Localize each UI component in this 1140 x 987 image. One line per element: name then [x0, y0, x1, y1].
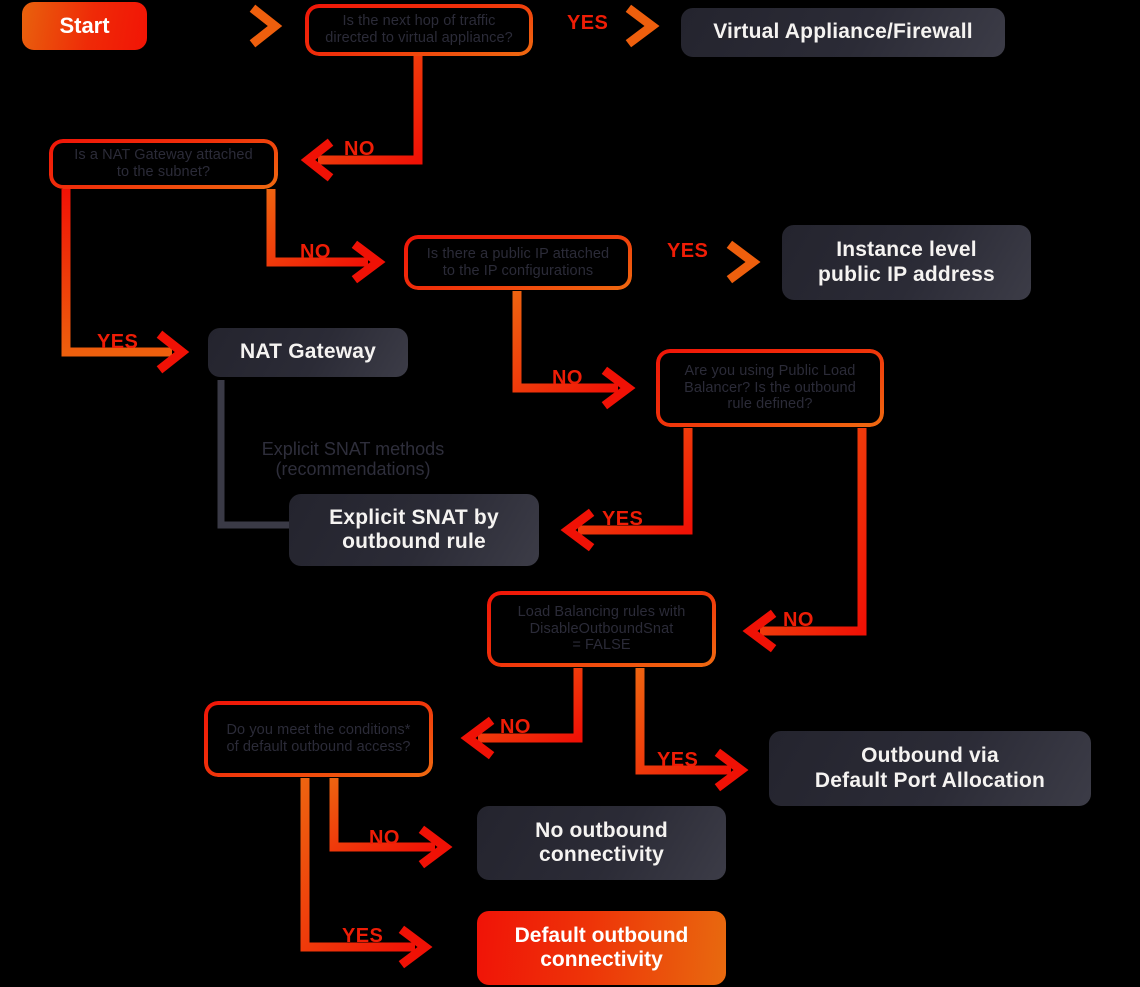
edge-label-default-outbound-no: NO — [369, 827, 400, 849]
node-question-nat-gateway-label: Is a NAT Gateway attached to the subnet? — [74, 147, 253, 180]
node-no-outbound-label: No outbound connectivity — [535, 818, 668, 866]
node-virtual-appliance[interactable]: Virtual Appliance/Firewall — [681, 8, 1005, 57]
edge-label-default-outbound-yes: YES — [342, 925, 384, 947]
node-explicit-snat-label: Explicit SNAT by outbound rule — [329, 505, 499, 553]
node-question-public-lb[interactable]: Are you using Public Load Balancer? Is t… — [656, 349, 884, 427]
edge-label-public-ip-no: NO — [552, 367, 583, 389]
node-lb-rules[interactable]: Load Balancing rules with DisableOutboun… — [487, 591, 716, 667]
node-outbound-default-port[interactable]: Outbound via Default Port Allocation — [769, 731, 1091, 806]
node-question-next-hop-label: Is the next hop of traffic directed to v… — [325, 13, 513, 46]
edge-label-public-ip-yes: YES — [667, 240, 709, 262]
node-instance-public-ip-label: Instance level public IP address — [818, 238, 995, 286]
edge-label-public-lb-yes: YES — [602, 508, 644, 530]
node-nat-gateway[interactable]: NAT Gateway — [208, 328, 408, 377]
node-question-default-outbound[interactable]: Do you meet the conditions* of default o… — [204, 701, 433, 777]
node-nat-gateway-label: NAT Gateway — [239, 340, 376, 364]
node-question-nat-gateway[interactable]: Is a NAT Gateway attached to the subnet? — [49, 139, 278, 189]
caption-explicit-snat-methods: Explicit SNAT methods (recommendations) — [232, 418, 474, 480]
node-question-public-ip-label: Is there a public IP attached to the IP … — [426, 245, 610, 279]
edge-label-nat-gateway-yes: YES — [97, 331, 139, 353]
node-question-default-outbound-label: Do you meet the conditions* of default o… — [226, 722, 411, 755]
node-virtual-appliance-label: Virtual Appliance/Firewall — [713, 20, 973, 44]
node-start-label: Start — [59, 13, 110, 39]
node-outbound-default-port-label: Outbound via Default Port Allocation — [814, 744, 1046, 792]
edge-label-nat-gateway-no: NO — [300, 241, 331, 263]
node-instance-public-ip[interactable]: Instance level public IP address — [782, 225, 1031, 300]
edge-label-public-lb-no: NO — [783, 609, 814, 631]
node-question-public-lb-label: Are you using Public Load Balancer? Is t… — [684, 362, 856, 413]
node-question-public-ip[interactable]: Is there a public IP attached to the IP … — [404, 235, 632, 290]
flowchart-canvas: Start Is the next hop of traffic directe… — [0, 0, 1140, 987]
node-explicit-snat[interactable]: Explicit SNAT by outbound rule — [289, 494, 539, 566]
node-start[interactable]: Start — [22, 2, 147, 50]
edge-label-next-hop-no: NO — [344, 138, 375, 160]
node-no-outbound[interactable]: No outbound connectivity — [477, 806, 726, 880]
node-lb-rules-label: Load Balancing rules with DisableOutboun… — [517, 603, 686, 654]
edge-label-next-hop-yes: YES — [567, 12, 609, 34]
edge-label-lb-rules-yes: YES — [657, 749, 699, 771]
node-default-outbound[interactable]: Default outbound connectivity — [477, 911, 726, 985]
edge-label-lb-rules-no: NO — [500, 716, 531, 738]
node-default-outbound-label: Default outbound connectivity — [514, 923, 689, 971]
node-question-next-hop[interactable]: Is the next hop of traffic directed to v… — [305, 4, 533, 56]
caption-explicit-snat-methods-text: Explicit SNAT methods (recommendations) — [261, 438, 445, 480]
